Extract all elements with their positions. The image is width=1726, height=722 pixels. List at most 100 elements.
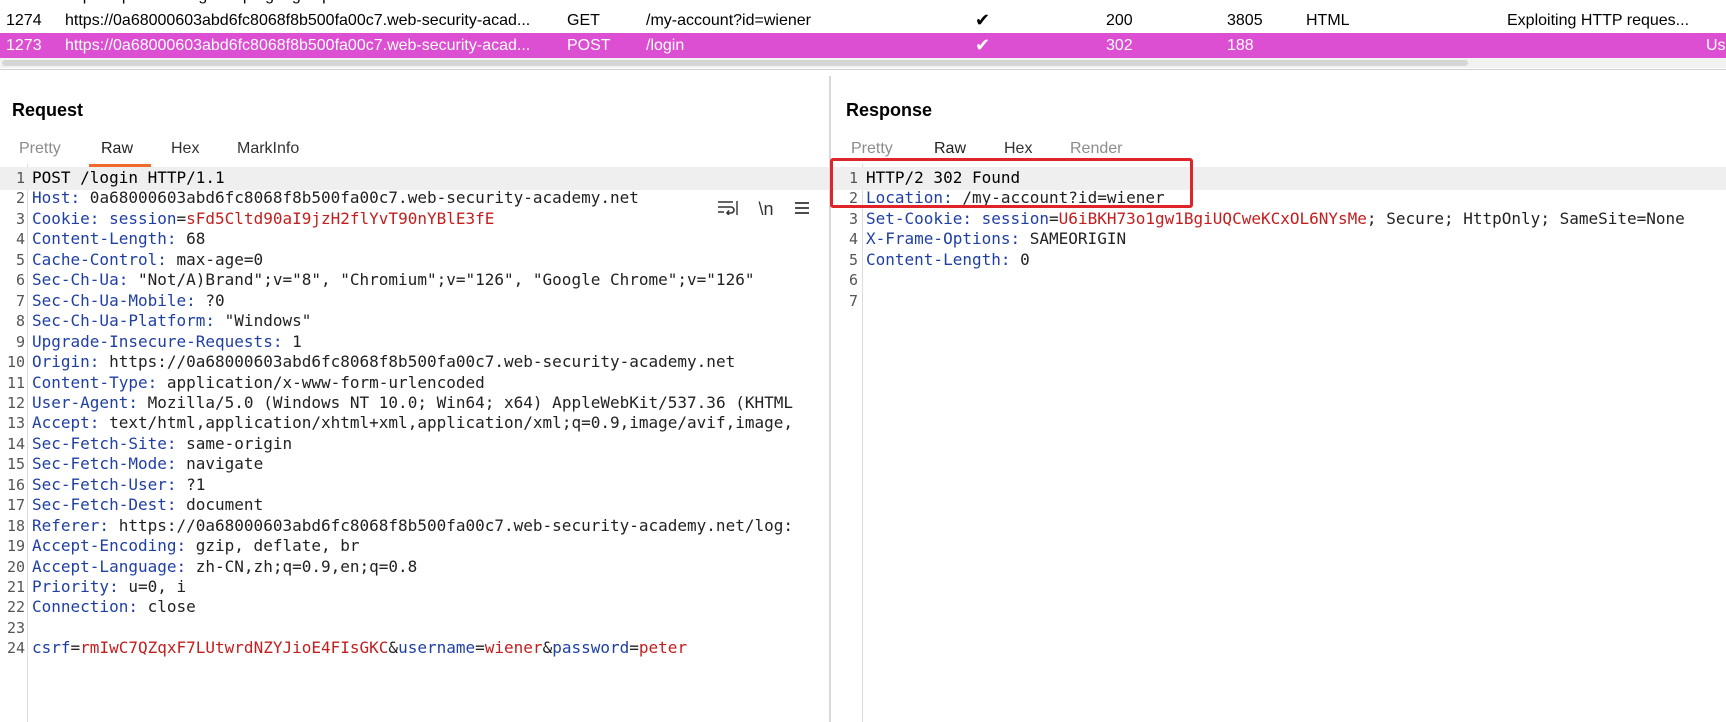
line-number: 24 bbox=[6, 639, 25, 658]
line-number: 4 bbox=[15, 230, 25, 249]
header-value: gzip, deflate, br bbox=[186, 536, 360, 556]
row-url: /v1:GetHints bbox=[646, 0, 946, 8]
tab-pretty[interactable]: Pretty bbox=[851, 132, 893, 166]
code-line: 2 Host: 0a68000603abd6fc8068f8b500fa00c7.… bbox=[0, 187, 830, 210]
line-number: 12 bbox=[6, 393, 25, 412]
line-text: csrf=rmIwC7QZqxF7LUtwrdNZYJioE4FIsGKC&us… bbox=[32, 637, 687, 660]
line-number: 23 bbox=[6, 618, 25, 637]
header-key: Sec-Ch-Ua-Mobile: bbox=[32, 290, 196, 310]
row-status: 302 bbox=[1106, 37, 1133, 54]
line-text: Host: 0a68000603abd6fc8068f8b500fa00c7.w… bbox=[32, 187, 639, 210]
line-text: HTTP/2 302 Found bbox=[866, 168, 1021, 187]
code-line: 3 Set-Cookie: session=U6iBKH73o1gw1BgiUQC… bbox=[832, 208, 1726, 231]
line-text: Sec-Fetch-Mode: navigate bbox=[32, 453, 263, 476]
tab-hex[interactable]: Hex bbox=[1004, 132, 1032, 166]
params-check-icon: ✔ bbox=[975, 10, 991, 30]
param-value: peter bbox=[638, 638, 688, 658]
row-mime: HTML bbox=[1306, 12, 1350, 29]
line-number: 11 bbox=[6, 373, 25, 392]
code-line: 7 Sec-Ch-Ua-Mobile: ?0 bbox=[0, 290, 830, 313]
proxy-history-table: 1275 https://optimizationguide-pa.google… bbox=[0, 0, 1726, 70]
param-key: password bbox=[552, 638, 630, 658]
scrollbar-thumb[interactable] bbox=[2, 60, 1468, 66]
line-text: Origin: https://0a68000603abd6fc8068f8b5… bbox=[32, 351, 735, 374]
cookie-name: session bbox=[99, 208, 177, 228]
code-line: 15 Sec-Fetch-Mode: navigate bbox=[0, 453, 830, 476]
code-line: 6 bbox=[832, 269, 1726, 292]
row-url: /my-account?id=wiener bbox=[646, 12, 811, 29]
pane-splitter[interactable] bbox=[829, 76, 831, 722]
header-value: "Not/A)Brand";v="8", "Chromium";v="126",… bbox=[128, 270, 755, 290]
code-line: 9 Upgrade-Insecure-Requests: 1 bbox=[0, 331, 830, 354]
param-value: rmIwC7QZqxF7LUtwrdNZYJioE4FIsGKC bbox=[80, 638, 389, 658]
row-host: https://0a68000603abd6fc8068f8b500fa00c7… bbox=[65, 12, 531, 29]
history-row[interactable]: 1274 https://0a68000603abd6fc8068f8b500f… bbox=[0, 8, 1726, 33]
header-value: 0 bbox=[1010, 249, 1030, 269]
tab-render[interactable]: Render bbox=[1070, 132, 1122, 166]
code-line: 4 X-Frame-Options: SAMEORIGIN bbox=[832, 228, 1726, 251]
tab-hex[interactable]: Hex bbox=[171, 132, 199, 166]
request-tabs: Pretty Raw Hex MarkInfo \n bbox=[0, 132, 830, 219]
param-equals: = bbox=[475, 638, 485, 658]
param-separator: & bbox=[542, 638, 553, 658]
line-number: 15 bbox=[6, 455, 25, 474]
header-key: X-Frame-Options: bbox=[866, 229, 1021, 249]
line-number: 8 bbox=[15, 312, 25, 331]
header-value: 1 bbox=[282, 331, 302, 351]
header-key: Content-Type: bbox=[32, 372, 158, 392]
code-line: 8 Sec-Ch-Ua-Platform: "Windows" bbox=[0, 310, 830, 333]
cookie-value: U6iBKH73o1gw1BgiUQCweKCxOL6NYsMe bbox=[1058, 208, 1367, 228]
header-key: Sec-Ch-Ua: bbox=[32, 270, 129, 290]
line-number: 21 bbox=[6, 578, 25, 596]
row-method: GET bbox=[567, 12, 600, 29]
line-number: 22 bbox=[6, 598, 25, 617]
line-text: Sec-Ch-Ua-Platform: "Windows" bbox=[32, 310, 311, 333]
horizontal-scrollbar[interactable] bbox=[0, 58, 1726, 68]
code-line: 1 HTTP/2 302 Found bbox=[832, 167, 1726, 190]
line-text: POST /login HTTP/1.1 bbox=[32, 168, 225, 187]
header-key: Referer: bbox=[32, 515, 110, 535]
code-line: 3 Cookie: session=sFd5Cltd90aI9jzH2flYvT9… bbox=[0, 208, 830, 231]
line-number: 5 bbox=[15, 250, 25, 269]
line-number: 6 bbox=[15, 271, 25, 290]
header-key: Sec-Ch-Ua-Platform: bbox=[32, 311, 216, 331]
row-title: Exploiting HTTP reques... bbox=[1507, 12, 1690, 29]
header-key: Host: bbox=[32, 188, 81, 208]
tab-markinfo[interactable]: MarkInfo bbox=[237, 132, 299, 166]
row-number: 1274 bbox=[6, 12, 42, 29]
code-line: 17 Sec-Fetch-Dest: document bbox=[0, 494, 830, 517]
line-number: 10 bbox=[6, 353, 25, 372]
line-text: Upgrade-Insecure-Requests: 1 bbox=[32, 331, 302, 354]
header-value: ?1 bbox=[176, 474, 206, 494]
cookie-equals: = bbox=[176, 208, 187, 228]
tab-raw[interactable]: Raw bbox=[934, 132, 966, 166]
row-host: https://optimizationguide-pa.googleapis.… bbox=[65, 0, 563, 8]
line-text: Referer: https://0a68000603abd6fc8068f8b… bbox=[32, 515, 793, 538]
param-key: username bbox=[398, 638, 476, 658]
tab-pretty[interactable]: Pretty bbox=[19, 132, 61, 166]
header-value: navigate bbox=[176, 454, 264, 474]
header-value: https://0a68000603abd6fc8068f8b500fa00c7… bbox=[99, 352, 736, 372]
history-row-selected[interactable]: 1273 https://0a68000603abd6fc8068f8b500f… bbox=[0, 33, 1726, 58]
header-value: same-origin bbox=[176, 433, 293, 453]
response-editor[interactable]: 1 HTTP/2 302 Found 2 Location: /my-account?… bbox=[832, 164, 1726, 722]
line-number: 1 bbox=[15, 169, 25, 187]
row-length: 3805 bbox=[1227, 12, 1263, 29]
request-editor[interactable]: 1 POST /login HTTP/1.1 2 Host: 0a68000603ab… bbox=[0, 164, 830, 722]
history-row[interactable]: 1275 https://optimizationguide-pa.google… bbox=[0, 0, 1726, 8]
line-number: 3 bbox=[848, 209, 858, 228]
header-value: u=0, i bbox=[118, 577, 187, 596]
code-line: 11 Content-Type: application/x-www-form-u… bbox=[0, 372, 830, 395]
row-url: /login bbox=[646, 37, 685, 54]
header-key: Priority: bbox=[32, 577, 119, 596]
line-text: Connection: close bbox=[32, 596, 196, 619]
row-number: 1273 bbox=[6, 37, 42, 54]
row-length: 188 bbox=[1227, 37, 1254, 54]
tab-raw[interactable]: Raw bbox=[101, 132, 133, 166]
param-equals: = bbox=[629, 638, 639, 658]
line-number: 7 bbox=[15, 291, 25, 310]
line-number: 5 bbox=[848, 250, 858, 269]
line-text: X-Frame-Options: SAMEORIGIN bbox=[866, 228, 1126, 251]
header-key: Origin: bbox=[32, 352, 100, 372]
header-key: Accept-Encoding: bbox=[32, 536, 187, 556]
